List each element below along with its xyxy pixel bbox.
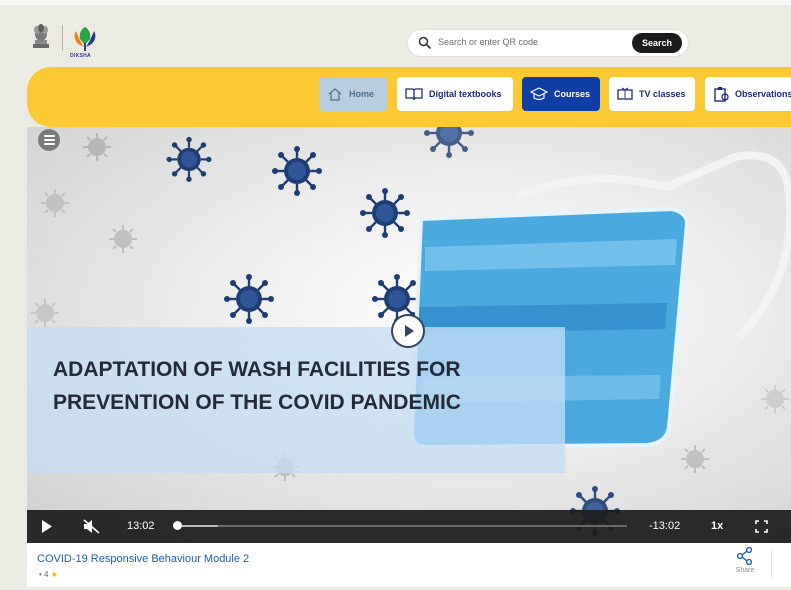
progress-thumb[interactable] (173, 521, 182, 530)
logo-divider (62, 25, 63, 51)
video-player[interactable]: ADAPTATION OF WASH FACILITIES FOR PREVEN… (27, 127, 791, 543)
search-input[interactable]: Search or enter QR code (438, 37, 538, 47)
course-title[interactable]: COVID-19 Responsive Behaviour Module 2 (37, 553, 249, 565)
play-button[interactable] (41, 520, 53, 533)
tv-icon (617, 87, 633, 100)
share-button[interactable]: Share (729, 546, 761, 574)
nav-observations[interactable]: Observations (705, 77, 791, 111)
progress-fill (177, 525, 218, 527)
fullscreen-button[interactable] (755, 520, 768, 533)
nav-home[interactable]: Home (319, 77, 387, 111)
share-label: Share (735, 567, 755, 574)
nav-courses[interactable]: Courses (522, 77, 600, 111)
playback-speed-button[interactable]: 1x (711, 520, 723, 532)
current-time: 13:02 (127, 520, 155, 532)
search-bar[interactable]: Search or enter QR code Search (408, 30, 688, 56)
footer-divider (771, 549, 772, 579)
national-emblem-icon (33, 24, 49, 48)
menu-icon (43, 135, 55, 137)
home-icon (328, 88, 342, 101)
course-info: COVID-19 Responsive Behaviour Module 2 •… (27, 543, 791, 587)
diksha-logo-text: DIKSHA (70, 53, 91, 59)
course-rating: • 4 ★ (39, 570, 58, 579)
nav-observations-label: Observations (735, 89, 791, 99)
main-nav: Home Digital textbooks Courses TV classe… (27, 67, 791, 127)
clipboard-icon (714, 87, 729, 102)
graduation-cap-icon (530, 87, 548, 101)
nav-tv-classes[interactable]: TV classes (609, 77, 695, 111)
nav-digital-textbooks-label: Digital textbooks (429, 89, 502, 99)
nav-courses-label: Courses (554, 89, 591, 99)
mute-button[interactable] (83, 519, 101, 534)
nav-home-label: Home (349, 89, 375, 99)
search-button[interactable]: Search (632, 33, 682, 53)
star-icon: ★ (50, 570, 58, 579)
share-icon (736, 546, 753, 566)
header: DIKSHA Search or enter QR code Search (0, 5, 791, 67)
progress-track[interactable] (177, 525, 627, 527)
player-menu-button[interactable] (38, 129, 60, 151)
remaining-time: -13:02 (649, 520, 681, 532)
video-controls: 13:02 -13:02 1x (27, 510, 791, 543)
nav-tv-classes-label: TV classes (639, 89, 686, 99)
center-play-button[interactable] (391, 314, 425, 348)
video-caption-banner: ADAPTATION OF WASH FACILITIES FOR PREVEN… (27, 327, 565, 473)
video-caption: ADAPTATION OF WASH FACILITIES FOR PREVEN… (53, 358, 461, 414)
book-icon (405, 88, 423, 101)
rating-value: 4 (44, 570, 49, 579)
search-icon (418, 36, 432, 50)
play-icon (405, 325, 414, 337)
nav-digital-textbooks[interactable]: Digital textbooks (397, 77, 513, 111)
